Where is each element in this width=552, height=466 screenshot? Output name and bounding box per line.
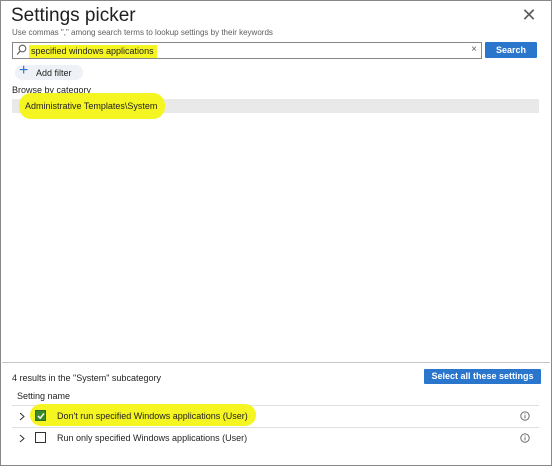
add-filter-button[interactable]: + Add filter — [15, 62, 83, 80]
check-icon — [37, 413, 45, 420]
search-value[interactable]: specified windows applications — [29, 45, 157, 58]
row-divider — [12, 427, 539, 428]
add-filter-label: Add filter — [36, 68, 72, 78]
setting-name-column-header: Setting name — [17, 391, 71, 401]
table-row[interactable]: Run only specified Windows applications … — [12, 429, 539, 448]
category-label: Administrative Templates\System — [25, 101, 158, 111]
search-hint: Use commas "," among search terms to loo… — [12, 28, 273, 37]
setting-name: Don't run specified Windows applications… — [57, 411, 248, 421]
search-button[interactable]: Search — [485, 42, 537, 58]
chevron-right-icon[interactable] — [18, 434, 26, 443]
plus-icon: + — [19, 62, 29, 79]
results-count: 4 results in the "System" subcategory — [12, 373, 161, 383]
setting-checkbox[interactable] — [35, 410, 46, 421]
page-title: Settings picker — [11, 5, 136, 26]
select-all-settings-button[interactable]: Select all these settings — [424, 369, 541, 384]
setting-name: Run only specified Windows applications … — [57, 433, 248, 443]
info-icon[interactable] — [520, 411, 530, 421]
category-item-system[interactable]: Administrative Templates\System — [12, 93, 539, 119]
chevron-right-icon[interactable] — [18, 412, 26, 421]
table-row[interactable]: Don't run specified Windows applications… — [12, 404, 539, 428]
search-input[interactable]: specified windows applications × — [12, 42, 482, 59]
search-icon — [16, 44, 27, 55]
close-icon[interactable]: ✕ — [521, 6, 537, 24]
info-icon[interactable] — [520, 433, 530, 443]
section-divider — [2, 362, 550, 363]
settings-picker-panel: Settings picker ✕ Use commas "," among s… — [0, 0, 552, 466]
clear-search-icon[interactable]: × — [471, 44, 477, 55]
setting-checkbox[interactable] — [35, 432, 46, 443]
